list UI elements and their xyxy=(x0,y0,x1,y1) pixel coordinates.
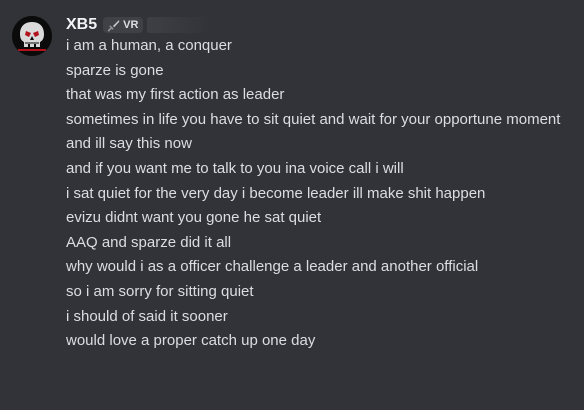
message-header: XB5 VR xyxy=(66,14,212,36)
avatar[interactable] xyxy=(12,16,52,56)
chat-message: XB5 VR i am a human, a conquer sparze is… xyxy=(0,0,584,410)
message-line: would love a proper catch up one day xyxy=(66,332,316,350)
message-line: i sat quiet for the very day i become le… xyxy=(66,184,486,202)
message-line: sometimes in life you have to sit quiet … xyxy=(66,110,561,128)
message-line: and if you want me to talk to you ina vo… xyxy=(66,159,404,177)
server-tag[interactable]: VR xyxy=(103,17,144,33)
message-line: why would i as a officer challenge a lea… xyxy=(66,258,479,276)
sword-icon xyxy=(107,20,120,31)
username[interactable]: XB5 xyxy=(66,15,97,35)
message-lines: i am a human, a conquer sparze is gone t… xyxy=(66,36,576,356)
message-line: sparze is gone xyxy=(66,61,164,79)
skull-icon xyxy=(12,16,52,56)
message-line: i am a human, a conquer xyxy=(66,37,232,54)
blurred-region xyxy=(147,17,212,33)
message-line: evizu didnt want you gone he sat quiet xyxy=(66,209,322,227)
message-line: so i am sorry for sitting quiet xyxy=(66,282,254,300)
server-tag-label: VR xyxy=(123,19,139,31)
message-line: i should of said it sooner xyxy=(66,307,228,325)
message-line: AAQ and sparze did it all xyxy=(66,233,232,251)
message-line: and ill say this now xyxy=(66,135,192,153)
message-line: that was my first action as leader xyxy=(66,86,285,104)
